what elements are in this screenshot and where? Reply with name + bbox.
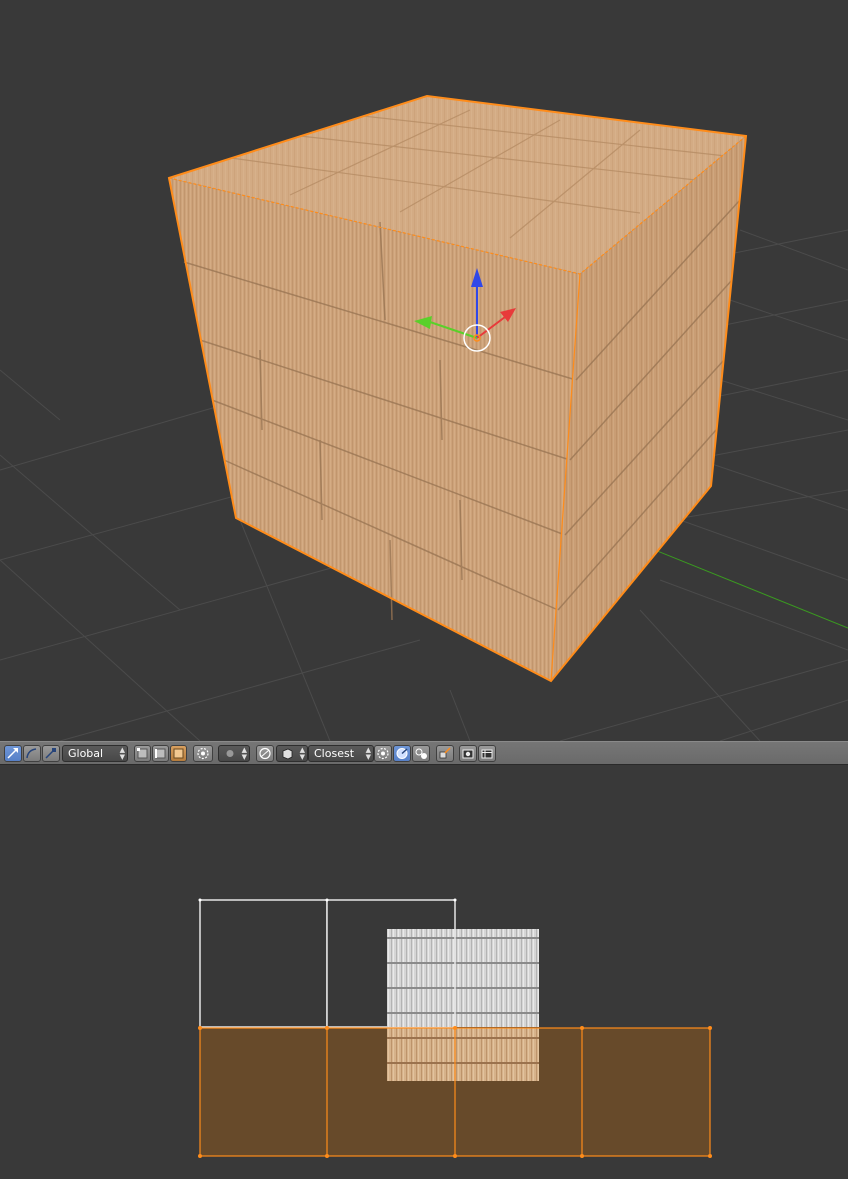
proportional-edit-icon (259, 747, 271, 760)
snap-element-select[interactable]: ▲ ▼ (276, 745, 308, 762)
render-animation-icon (481, 749, 493, 759)
align-rotation-button[interactable] (393, 745, 411, 762)
3d-viewport[interactable] (0, 0, 848, 741)
render-animation-button[interactable] (478, 745, 496, 762)
move-widget-button[interactable] (4, 745, 22, 762)
scale-widget-icon (45, 748, 56, 759)
cube-object (167, 94, 748, 683)
edge-select-button[interactable] (152, 745, 169, 762)
axis-y-line (629, 539, 848, 629)
texture-image-upper (387, 929, 539, 1027)
select-arrows-icon: ▲ ▼ (119, 746, 125, 761)
pivot-icon (226, 750, 234, 757)
face-select-button[interactable] (170, 745, 187, 762)
uv-canvas (198, 898, 712, 1158)
uv-island-upper-left (199, 899, 328, 1028)
snap-target-button[interactable] (412, 745, 430, 762)
edge-select-icon (155, 748, 166, 759)
snap-element-icon (282, 748, 293, 760)
snap-target-icon (415, 748, 427, 759)
render-button[interactable] (459, 745, 477, 762)
pivot-point-select[interactable]: ▲ ▼ (218, 745, 250, 762)
transform-orientation-select[interactable]: Global ▲ ▼ (62, 745, 128, 762)
select-arrows-icon: ▲ ▼ (299, 746, 305, 761)
snap-project-icon (439, 747, 451, 759)
align-rotation-icon (396, 748, 408, 759)
snap-project-button[interactable] (436, 745, 454, 762)
limit-to-visible-button[interactable] (193, 745, 213, 762)
snap-target-value: Closest (314, 747, 355, 760)
snap-icon (377, 747, 389, 760)
vertex-select-button[interactable] (134, 745, 151, 762)
snap-button[interactable] (374, 745, 392, 762)
snap-target-select[interactable]: Closest ▲ ▼ (308, 745, 374, 762)
vertex-select-icon (137, 748, 148, 759)
texture-image-lower (387, 1028, 539, 1081)
rotate-widget-button[interactable] (23, 745, 41, 762)
select-arrows-icon: ▲ ▼ (365, 746, 371, 761)
limit-to-visible-icon (197, 747, 209, 760)
move-widget-icon (7, 748, 18, 759)
viewport-scene (0, 94, 848, 741)
render-icon (462, 749, 474, 759)
uv-image-editor[interactable] (0, 765, 848, 1179)
rotate-widget-icon (26, 748, 37, 759)
face-select-icon (173, 748, 184, 759)
scale-widget-button[interactable] (42, 745, 60, 762)
transform-orientation-value: Global (68, 747, 104, 760)
proportional-edit-button[interactable] (256, 745, 274, 762)
select-arrows-icon: ▲ ▼ (241, 746, 247, 761)
3d-view-header: Global ▲ ▼ ▲ ▼ ▲ ▼ Closest ▲ ▼ (0, 741, 848, 765)
